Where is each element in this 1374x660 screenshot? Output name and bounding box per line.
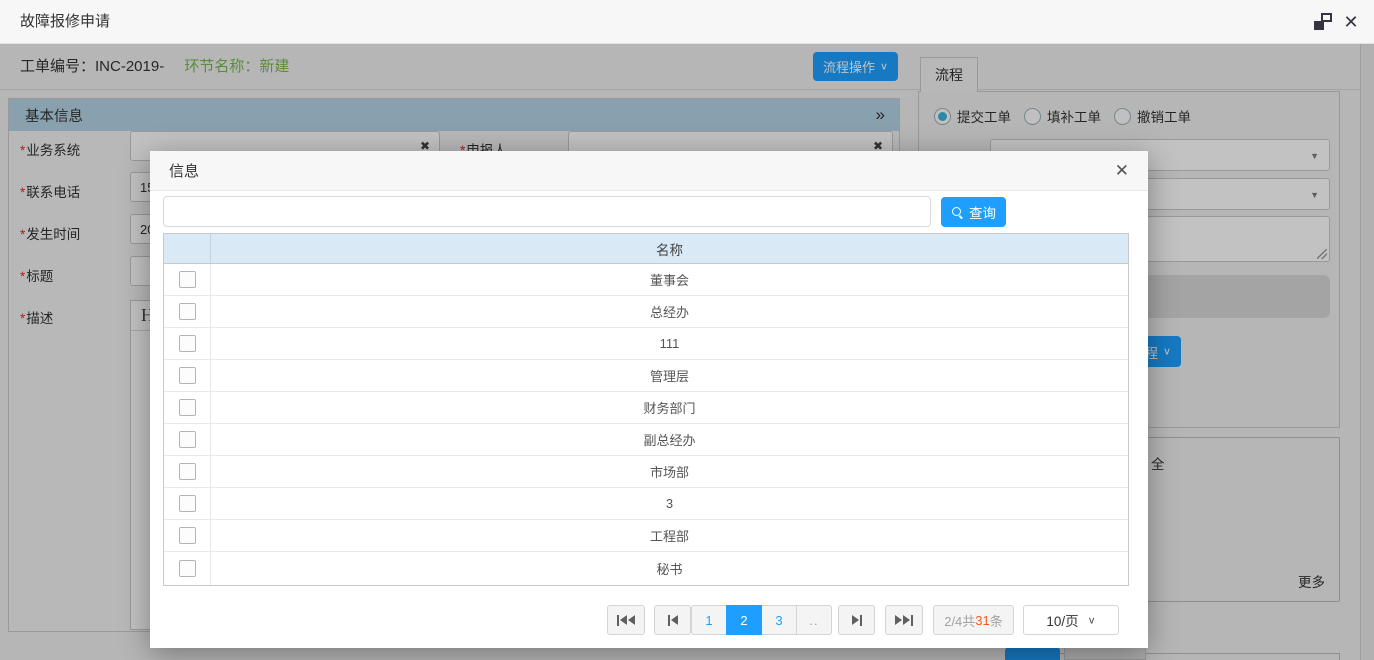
table-row[interactable]: 董事会 — [164, 264, 1128, 296]
window-titlebar: 故障报修申请 ✕ — [0, 0, 1374, 44]
table-row[interactable]: 副总经办 — [164, 424, 1128, 456]
row-name: 3 — [211, 488, 1128, 519]
row-name: 秘书 — [211, 552, 1128, 585]
window-title: 故障报修申请 — [20, 0, 110, 44]
dialog-title: 信息 — [169, 160, 199, 181]
row-checkbox[interactable] — [179, 560, 196, 577]
page-button-3[interactable]: 3 — [761, 605, 797, 635]
table-row[interactable]: 财务部门 — [164, 392, 1128, 424]
row-checkbox[interactable] — [179, 463, 196, 480]
table-row[interactable]: 秘书 — [164, 552, 1128, 585]
page-button-1[interactable]: 1 — [691, 605, 727, 635]
row-name: 财务部门 — [211, 392, 1128, 423]
chevron-down-icon: ∨ — [1088, 614, 1096, 626]
prev-page-button[interactable] — [654, 605, 691, 635]
page-size-select[interactable]: 10/页∨ — [1023, 605, 1119, 635]
page-ellipsis-button[interactable]: .. — [796, 605, 832, 635]
search-icon — [951, 206, 964, 219]
pagination-info: 2/4共31条 — [933, 605, 1014, 635]
row-name: 董事会 — [211, 264, 1128, 295]
next-page-button[interactable] — [838, 605, 875, 635]
row-name: 工程部 — [211, 520, 1128, 551]
table-row[interactable]: 总经办 — [164, 296, 1128, 328]
row-name: 总经办 — [211, 296, 1128, 327]
page-button-2-active[interactable]: 2 — [726, 605, 762, 635]
row-checkbox[interactable] — [179, 431, 196, 448]
row-name: 管理层 — [211, 360, 1128, 391]
first-page-button[interactable] — [607, 605, 645, 635]
checkbox-column-header — [164, 234, 211, 263]
last-page-button[interactable] — [885, 605, 923, 635]
info-table: 名称 董事会 总经办 111 管理层 财务部门 副总经办 市场部 3 工程部 秘… — [163, 233, 1129, 586]
search-button-label: 查询 — [969, 202, 996, 222]
row-checkbox[interactable] — [179, 271, 196, 288]
pagination-bar: 1 2 3 .. 2/4共31条 10/页∨ — [607, 605, 1119, 635]
dialog-close-icon[interactable]: ✕ — [1115, 162, 1129, 179]
search-button[interactable]: 查询 — [941, 197, 1006, 227]
row-checkbox[interactable] — [179, 367, 196, 384]
table-row[interactable]: 工程部 — [164, 520, 1128, 552]
row-checkbox[interactable] — [179, 399, 196, 416]
info-dialog: 信息 ✕ 查询 名称 董事会 总经办 111 管理层 财务部门 副总经办 市场部… — [150, 151, 1148, 648]
row-checkbox[interactable] — [179, 495, 196, 512]
row-checkbox[interactable] — [179, 335, 196, 352]
table-header-row: 名称 — [164, 234, 1128, 264]
close-window-icon[interactable]: ✕ — [1342, 13, 1360, 31]
row-checkbox[interactable] — [179, 303, 196, 320]
name-column-header: 名称 — [211, 234, 1128, 263]
dialog-header: 信息 ✕ — [150, 151, 1148, 191]
table-row[interactable]: 111 — [164, 328, 1128, 360]
restore-window-icon[interactable] — [1314, 13, 1332, 31]
search-input[interactable] — [163, 196, 931, 227]
table-row[interactable]: 3 — [164, 488, 1128, 520]
row-name: 市场部 — [211, 456, 1128, 487]
row-checkbox[interactable] — [179, 527, 196, 544]
row-name: 副总经办 — [211, 424, 1128, 455]
table-row[interactable]: 管理层 — [164, 360, 1128, 392]
row-name: 111 — [211, 328, 1128, 359]
table-row[interactable]: 市场部 — [164, 456, 1128, 488]
